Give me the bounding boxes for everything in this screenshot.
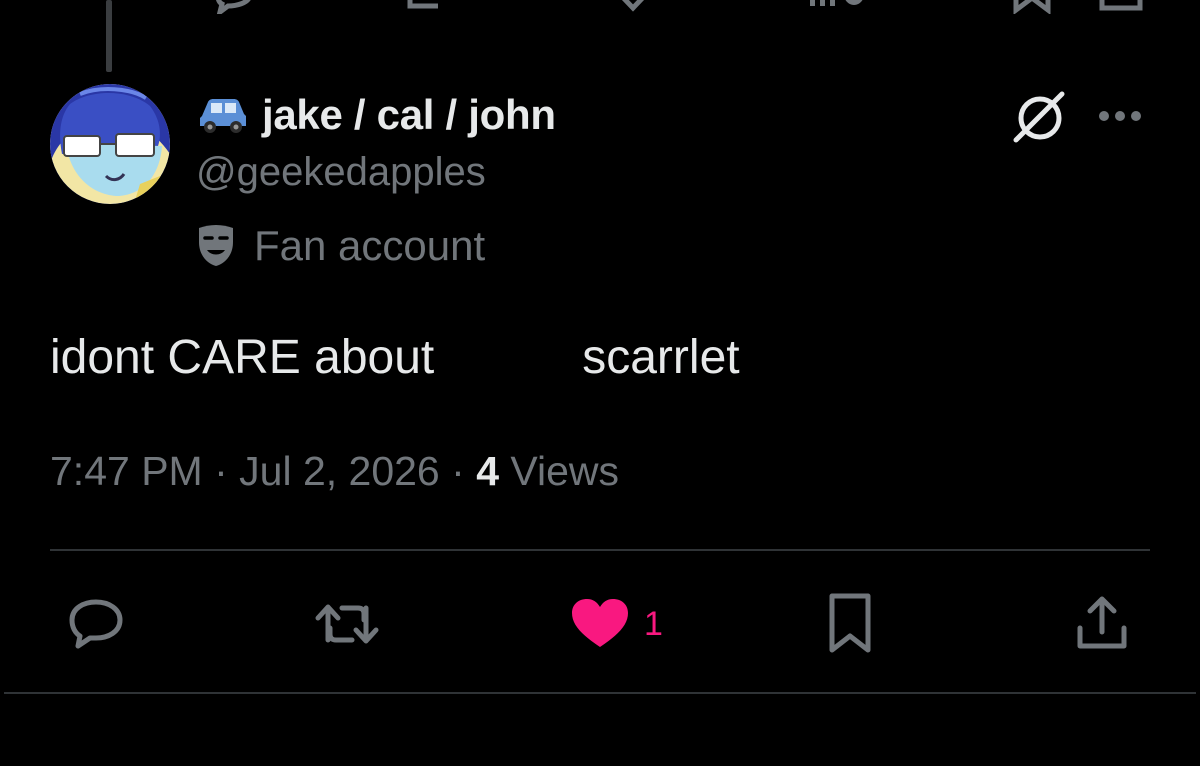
- username-handle[interactable]: @geekedapples: [196, 150, 486, 195]
- reply-button[interactable]: [66, 592, 126, 656]
- like-count: 1: [644, 604, 663, 643]
- tweet-text: idont CARE about scarrlet: [50, 330, 740, 385]
- avatar[interactable]: [50, 84, 170, 204]
- like-button[interactable]: 1: [570, 592, 663, 656]
- account-label-text: Fan account: [254, 222, 486, 269]
- bookmark-button[interactable]: [822, 592, 878, 656]
- heart-icon[interactable]: [610, 0, 656, 14]
- tweet-text-part2: scarrlet: [582, 331, 740, 384]
- views-label[interactable]: Views: [499, 448, 619, 494]
- tweet-date[interactable]: Jul 2, 2026: [239, 448, 440, 494]
- repost-icon[interactable]: [404, 0, 456, 14]
- divider: [4, 692, 1196, 694]
- share-button[interactable]: [1072, 592, 1132, 656]
- meta-separator: ·: [439, 448, 477, 494]
- share-icon: [1077, 596, 1127, 649]
- more-options-icon[interactable]: [1096, 98, 1144, 134]
- heart-icon: [572, 599, 628, 647]
- theater-mask-icon: [199, 225, 233, 266]
- account-label[interactable]: Fan account: [196, 220, 485, 272]
- repost-icon: [315, 604, 379, 644]
- reply-icon: [69, 599, 123, 649]
- avatar-image: [50, 84, 170, 204]
- tweet-text-part1: idont CARE about: [50, 331, 435, 384]
- car-icon: [200, 99, 246, 133]
- tweet-meta: 7:47 PM · Jul 2, 2026 · 4 Views: [50, 448, 619, 495]
- tweet-time[interactable]: 7:47 PM: [50, 448, 203, 494]
- views-icon[interactable]: [806, 0, 866, 14]
- share-icon[interactable]: [1098, 0, 1144, 14]
- grok-icon[interactable]: [1010, 88, 1072, 146]
- bookmark-icon: [829, 593, 871, 653]
- divider: [50, 549, 1150, 551]
- bookmark-icon[interactable]: [1012, 0, 1052, 14]
- author-name-row[interactable]: 🚙 jake / cal / john: [196, 91, 556, 139]
- meta-separator: ·: [202, 448, 240, 494]
- repost-button[interactable]: [312, 592, 382, 656]
- thread-connector-line: [106, 0, 112, 72]
- reply-icon[interactable]: [214, 0, 254, 14]
- views-count[interactable]: 4: [476, 448, 499, 494]
- display-name[interactable]: jake / cal / john: [262, 91, 556, 139]
- previous-tweet-action-bar: [0, 0, 1200, 14]
